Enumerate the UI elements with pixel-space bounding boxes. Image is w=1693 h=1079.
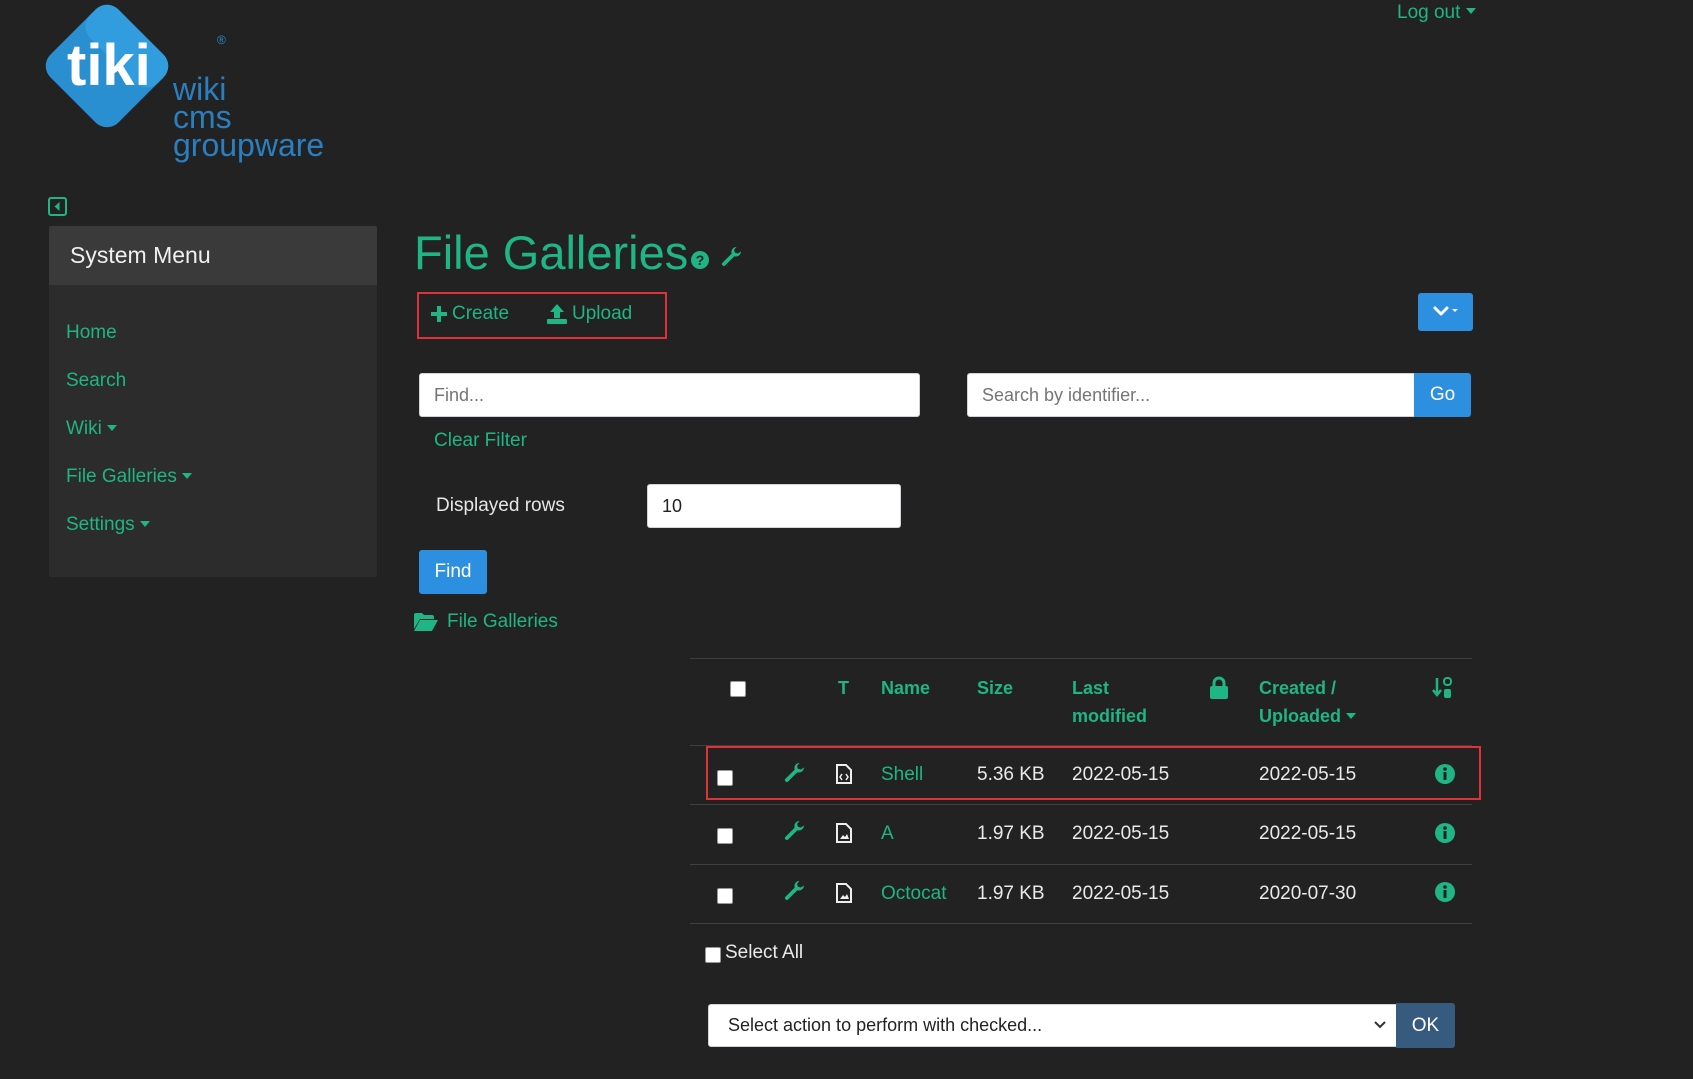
row-highlight — [706, 746, 1481, 800]
upload-label: Upload — [572, 303, 633, 324]
table-divider — [690, 923, 1472, 924]
column-header-line: Uploaded — [1259, 706, 1342, 726]
column-header-line: Last — [1072, 678, 1110, 698]
wrench-icon[interactable] — [720, 246, 744, 270]
table-divider — [690, 864, 1472, 865]
row-checkbox[interactable] — [717, 828, 733, 844]
svg-text:?: ? — [696, 252, 705, 268]
sidebar-collapse-icon[interactable] — [48, 197, 67, 216]
find-input[interactable] — [419, 373, 920, 417]
bulk-action-select-value: Select action to perform with checked... — [728, 1015, 1043, 1035]
sort-caret-icon — [1346, 713, 1357, 719]
file-modified: 2022-05-15 — [1072, 883, 1170, 904]
logo-line-3: groupware — [173, 127, 324, 163]
column-header-line: modified — [1072, 706, 1147, 726]
identifier-search-input[interactable] — [967, 373, 1415, 417]
sidebar-item-label: Settings — [66, 514, 135, 535]
go-button[interactable]: Go — [1414, 373, 1471, 417]
select-all-header-checkbox[interactable] — [730, 681, 746, 697]
system-menu-title: System Menu — [70, 242, 211, 268]
help-icon[interactable]: ? — [690, 250, 710, 270]
sort-order-icon[interactable] — [1432, 676, 1454, 705]
breadcrumb-label: File Galleries — [447, 611, 558, 632]
view-options-dropdown[interactable] — [1418, 293, 1473, 331]
sidebar-item-search[interactable]: Search — [66, 370, 126, 392]
file-size: 1.97 KB — [977, 823, 1045, 844]
system-menu-header: System Menu — [49, 226, 377, 285]
displayed-rows-label: Displayed rows — [436, 495, 565, 516]
caret-down-icon — [181, 473, 192, 479]
table-divider — [690, 804, 1472, 805]
sidebar-item-label: File Galleries — [66, 466, 177, 487]
file-image-icon — [836, 823, 852, 848]
sidebar-item-wiki[interactable]: Wiki — [66, 418, 117, 440]
column-header-name[interactable]: Name — [881, 674, 930, 702]
column-header-last-modified[interactable]: Last modified — [1072, 674, 1147, 730]
file-created: 2020-07-30 — [1259, 883, 1357, 904]
column-header-line: Created / — [1259, 678, 1337, 698]
table-divider — [690, 658, 1472, 659]
create-button[interactable]: Create — [430, 303, 509, 325]
system-menu: System Menu Home Search Wiki File Galler… — [49, 226, 377, 577]
create-label: Create — [452, 303, 510, 324]
folder-open-icon — [414, 613, 438, 631]
breadcrumb[interactable]: File Galleries — [413, 611, 558, 633]
sidebar-item-home[interactable]: Home — [66, 322, 117, 344]
plus-icon — [431, 306, 447, 322]
lock-icon[interactable] — [1209, 676, 1229, 705]
logout-label: Log out — [1397, 2, 1461, 23]
file-image-icon — [836, 883, 852, 908]
column-header-type[interactable]: T — [838, 674, 849, 702]
clear-filter-link[interactable]: Clear Filter — [434, 430, 527, 452]
select-all-checkbox[interactable] — [705, 947, 721, 963]
caret-down-icon — [106, 425, 117, 431]
page-title: File Galleries — [414, 226, 689, 279]
info-icon[interactable] — [1434, 822, 1456, 849]
svg-text:®: ® — [217, 33, 226, 47]
wrench-icon[interactable] — [783, 820, 807, 849]
ok-button[interactable]: OK — [1396, 1003, 1455, 1048]
file-name-link[interactable]: A — [881, 823, 894, 845]
logout-menu[interactable]: Log out — [1397, 2, 1477, 24]
sidebar-item-file-galleries[interactable]: File Galleries — [66, 466, 192, 488]
file-name-link[interactable]: Octocat — [881, 883, 946, 905]
file-table: T Name Size Last modified Created / Uplo… — [690, 658, 1472, 983]
tiki-logo[interactable]: tiki ® wiki cms groupware — [45, 0, 365, 170]
file-created: 2022-05-15 — [1259, 823, 1357, 844]
caret-down-icon — [1452, 309, 1458, 312]
upload-icon — [547, 304, 567, 324]
info-icon[interactable] — [1434, 881, 1456, 908]
caret-down-icon — [139, 521, 150, 527]
file-modified: 2022-05-15 — [1072, 823, 1170, 844]
wrench-icon[interactable] — [783, 880, 807, 909]
displayed-rows-input[interactable] — [647, 484, 901, 528]
bulk-action-select[interactable]: Select action to perform with checked... — [708, 1004, 1397, 1047]
chevron-down-icon — [1433, 306, 1449, 316]
find-button[interactable]: Find — [419, 550, 487, 594]
file-size: 1.97 KB — [977, 883, 1045, 904]
sidebar-item-label: Home — [66, 322, 117, 343]
sidebar-item-settings[interactable]: Settings — [66, 514, 150, 536]
sidebar-item-label: Search — [66, 370, 127, 391]
column-header-created[interactable]: Created / Uploaded — [1259, 674, 1357, 730]
select-all-label: Select All — [725, 942, 804, 963]
chevron-down-icon — [1374, 1021, 1386, 1029]
column-header-size[interactable]: Size — [977, 674, 1013, 702]
upload-button[interactable]: Upload — [546, 303, 632, 325]
chevron-down-icon — [1466, 8, 1477, 14]
sidebar-item-label: Wiki — [66, 418, 102, 439]
row-checkbox[interactable] — [717, 888, 733, 904]
logo-wordmark: tiki — [67, 33, 151, 98]
